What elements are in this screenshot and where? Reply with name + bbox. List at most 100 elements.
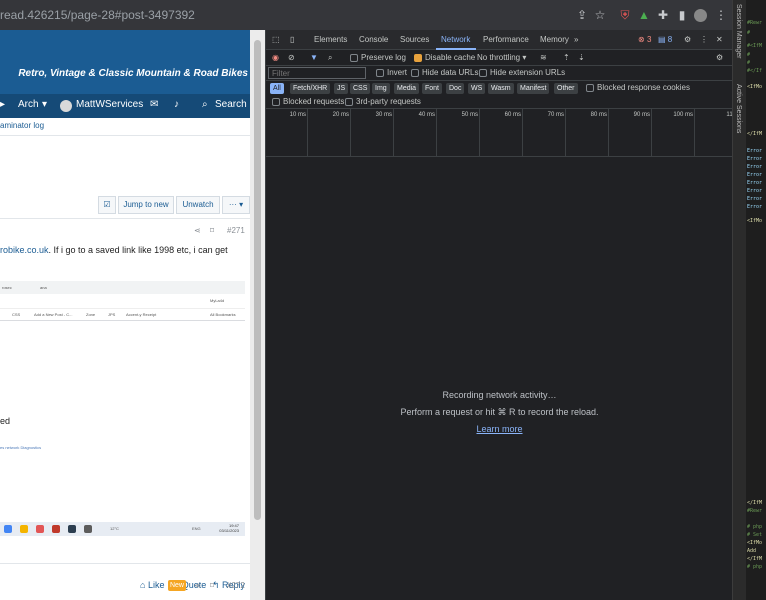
- timeline-gridline: [266, 109, 738, 157]
- side-panel-icon[interactable]: ▮: [674, 7, 690, 23]
- shot-bm-6: All Bookmarks: [210, 312, 236, 317]
- nav-item-arch[interactable]: Arch: [18, 99, 39, 110]
- post-number[interactable]: #271: [227, 226, 245, 235]
- network-conditions-icon[interactable]: ≋: [540, 53, 547, 62]
- hide-extension-urls-label: Hide extension URLs: [490, 68, 566, 77]
- chip-manifest[interactable]: Manifest: [517, 83, 550, 94]
- extensions-puzzle-icon[interactable]: ✚: [655, 7, 671, 23]
- page-scrollbar[interactable]: [250, 30, 265, 600]
- hide-extension-urls-checkbox[interactable]: [479, 69, 487, 77]
- invert-checkbox[interactable]: [376, 69, 384, 77]
- drive-extension-icon[interactable]: ▲: [636, 7, 652, 23]
- editor-code-line: <IfMo: [747, 218, 763, 224]
- error-count-badge[interactable]: ⊗ 3: [638, 35, 651, 44]
- hide-data-urls-checkbox[interactable]: [411, 69, 419, 77]
- editor-code-line: Error: [747, 156, 763, 162]
- search-icon[interactable]: ⌕: [328, 53, 332, 63]
- network-timeline-overview[interactable]: 10 ms 20 ms 30 ms 40 ms 50 ms 60 ms 70 ms 80 ms…: [266, 109, 738, 157]
- chip-img[interactable]: Img: [372, 83, 390, 94]
- nav-dropdown-icon[interactable]: ▾: [42, 99, 47, 110]
- forum-nav-bar: ▸ Arch ▾ MattWServices ✉ ♪ ⌕ Search: [0, 94, 250, 118]
- device-toolbar-icon[interactable]: ▯: [290, 35, 294, 44]
- jump-to-new-button[interactable]: Jump to new: [118, 196, 174, 214]
- thread-more-button[interactable]: ··· ▾: [222, 196, 250, 214]
- export-har-icon[interactable]: ⇣: [578, 53, 585, 62]
- chip-media[interactable]: Media: [394, 83, 420, 94]
- tab-network[interactable]: Network: [441, 35, 470, 44]
- devtools-menu-icon[interactable]: ⋮: [700, 35, 708, 44]
- record-stop-icon[interactable]: ◉: [272, 53, 279, 62]
- blocked-cookies-checkbox[interactable]: [586, 84, 594, 92]
- inbox-icon[interactable]: ✉: [150, 99, 158, 110]
- disable-cache-checkbox[interactable]: [414, 54, 422, 62]
- share-icon[interactable]: ⇪: [574, 7, 590, 23]
- post-text-fragment: ed: [0, 416, 11, 426]
- third-party-checkbox[interactable]: [345, 98, 353, 106]
- clear-log-icon[interactable]: ⊘: [288, 53, 295, 62]
- editor-code-line: #Rewr: [747, 20, 763, 26]
- tab-memory[interactable]: Memory: [540, 35, 569, 44]
- devtools-panel: ⬚ ▯ Elements Console Sources Network Per…: [265, 30, 738, 600]
- editor-code-line: #: [747, 30, 751, 36]
- share-icon[interactable]: ⋖: [194, 581, 201, 590]
- more-tabs-icon[interactable]: »: [574, 35, 578, 44]
- throttling-select[interactable]: No throttling ▾: [477, 53, 526, 62]
- post-number[interactable]: #272: [227, 581, 245, 590]
- close-devtools-icon[interactable]: ✕: [716, 35, 723, 44]
- post-271: ⋖ ⌑ #271 robike.co.uk. If i go to a save…: [0, 218, 250, 590]
- inspect-element-icon[interactable]: ⬚: [272, 35, 280, 44]
- filter-input[interactable]: [268, 67, 366, 79]
- nav-search-link[interactable]: Search: [215, 99, 247, 110]
- blocked-requests-label: Blocked requests: [283, 97, 345, 106]
- chip-doc[interactable]: Doc: [446, 83, 465, 94]
- chip-wasm[interactable]: Wasm: [488, 83, 514, 94]
- active-sessions-tab[interactable]: Active Sessions: [735, 84, 742, 133]
- address-bar-url[interactable]: read.426215/page-28#post-3497392: [0, 8, 195, 22]
- tab-elements[interactable]: Elements: [314, 35, 347, 44]
- chip-ws[interactable]: WS: [468, 83, 486, 94]
- breadcrumb-thread-link[interactable]: aminator log: [0, 121, 44, 130]
- empty-state-hint: Perform a request or hit ⌘ R to record t…: [400, 407, 599, 417]
- search-icon[interactable]: ⌕: [202, 99, 208, 110]
- alerts-bell-icon[interactable]: ♪: [174, 99, 179, 110]
- profile-avatar-icon[interactable]: [694, 9, 707, 22]
- chip-font[interactable]: Font: [422, 83, 443, 94]
- taskbar-app-icon: [52, 525, 60, 533]
- resource-type-chips: All Fetch/XHR JS CSS Img Media Font Doc …: [266, 81, 733, 95]
- chip-other[interactable]: Other: [554, 83, 578, 94]
- diagnostics-link[interactable]: es network Diagnostics: [0, 445, 41, 450]
- session-manager-tab[interactable]: Session Manager: [735, 4, 742, 58]
- settings-gear-icon[interactable]: ⚙: [684, 35, 691, 44]
- nav-user-link[interactable]: MattWServices: [76, 99, 143, 110]
- checkbox-icon[interactable]: ☑: [98, 196, 116, 214]
- third-party-label: 3rd-party requests: [356, 97, 421, 106]
- chip-all[interactable]: All: [270, 83, 284, 94]
- share-icon[interactable]: ⋖: [194, 226, 201, 235]
- network-settings-icon[interactable]: ⚙: [716, 53, 723, 62]
- chip-fetch-xhr[interactable]: Fetch/XHR: [290, 83, 331, 94]
- ublock-extension-icon[interactable]: ⛨: [617, 7, 633, 23]
- browser-menu-icon[interactable]: ⋮: [713, 7, 729, 23]
- chip-css[interactable]: CSS: [350, 83, 371, 94]
- tab-console[interactable]: Console: [359, 35, 388, 44]
- unwatch-button[interactable]: Unwatch: [176, 196, 220, 214]
- warning-count-badge[interactable]: ▤ 8: [658, 35, 672, 44]
- user-avatar[interactable]: [60, 100, 72, 112]
- blocked-requests-checkbox[interactable]: [272, 98, 280, 106]
- tab-performance[interactable]: Performance: [483, 35, 529, 44]
- thread-tools: ☑ Jump to new Unwatch ··· ▾: [98, 196, 250, 214]
- chip-js[interactable]: JS: [334, 83, 349, 94]
- tab-sources[interactable]: Sources: [400, 35, 429, 44]
- bookmark-star-icon[interactable]: ☆: [592, 7, 608, 23]
- post-link[interactable]: robike.co.uk: [0, 245, 49, 255]
- like-button[interactable]: ⌂ Like: [140, 580, 164, 590]
- bookmark-icon[interactable]: ⌑: [210, 226, 214, 235]
- filter-icon[interactable]: ▼: [310, 53, 318, 62]
- preserve-log-checkbox[interactable]: [350, 54, 358, 62]
- page-scrollbar-thumb[interactable]: [254, 40, 261, 520]
- learn-more-link[interactable]: Learn more: [266, 424, 733, 434]
- import-har-icon[interactable]: ⇡: [563, 53, 570, 62]
- forum-page: Retro, Vintage & Classic Mountain & Road…: [0, 30, 250, 600]
- bookmark-icon[interactable]: ⌑: [210, 581, 214, 590]
- nav-arrow-icon[interactable]: ▸: [0, 99, 5, 110]
